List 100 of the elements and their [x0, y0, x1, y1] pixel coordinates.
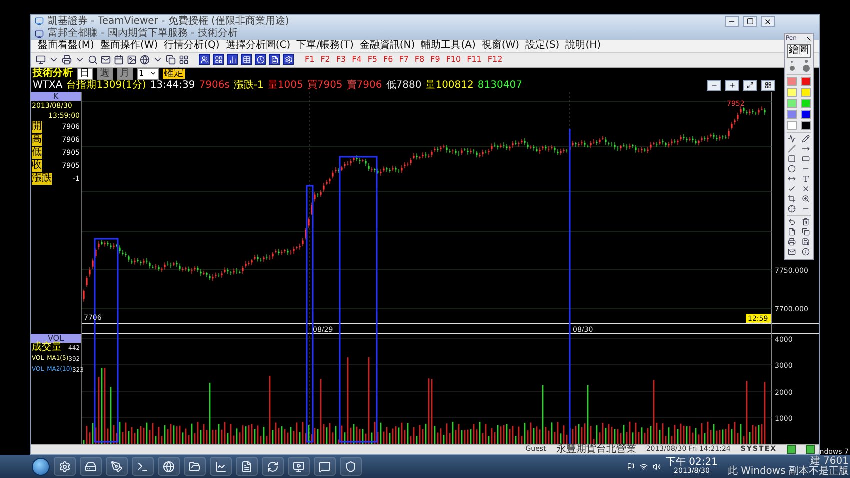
function-key-button[interactable]: F3	[334, 55, 348, 64]
start-button[interactable]	[32, 458, 50, 476]
function-key-button[interactable]: F9	[428, 55, 442, 64]
taskbar-app-button[interactable]	[158, 457, 180, 476]
document-icon[interactable]	[788, 228, 796, 236]
mail-icon[interactable]	[788, 248, 796, 256]
menu-item[interactable]: 金融資訊(N)	[356, 40, 418, 52]
function-key-button[interactable]: F1	[303, 55, 317, 64]
calendar-icon[interactable]	[113, 54, 124, 66]
period-button[interactable]: 日	[77, 68, 93, 80]
close-icon[interactable]	[802, 185, 810, 193]
function-key-button[interactable]: F2	[318, 55, 332, 64]
taskbar-app-button[interactable]	[54, 457, 76, 476]
volume-icon[interactable]	[653, 462, 661, 470]
toolbar-button[interactable]	[213, 54, 224, 66]
taskbar-app-button[interactable]	[236, 457, 258, 476]
save-icon[interactable]	[802, 238, 810, 246]
toolbar-button[interactable]	[241, 54, 252, 66]
toolbar-button[interactable]	[199, 54, 210, 66]
menu-item[interactable]: 設定(S)	[522, 40, 563, 52]
taskbar-app-button[interactable]	[80, 457, 102, 476]
monitor-icon[interactable]	[35, 54, 46, 66]
color-swatch[interactable]	[801, 110, 811, 119]
color-swatch[interactable]	[801, 99, 811, 108]
menu-item[interactable]: 輔助工具(A)	[418, 40, 479, 52]
pencil-icon[interactable]	[802, 135, 810, 143]
globe-icon[interactable]	[139, 54, 150, 66]
function-key-button[interactable]: F7	[397, 55, 411, 64]
taskbar-app-button[interactable]	[340, 457, 362, 476]
toolbar-button[interactable]	[283, 54, 294, 66]
taskbar-app-button[interactable]	[132, 457, 154, 476]
zoom-icon[interactable]	[802, 195, 810, 203]
taskbar-app-button[interactable]	[106, 457, 128, 476]
color-swatch[interactable]	[787, 88, 797, 97]
maximize-button[interactable]	[743, 16, 757, 28]
arrow-icon[interactable]	[802, 145, 810, 153]
close-icon[interactable]	[806, 36, 812, 42]
chart-control-button[interactable]	[761, 80, 775, 92]
color-swatch[interactable]	[787, 99, 797, 108]
color-swatch[interactable]	[787, 110, 797, 119]
mail-icon[interactable]	[100, 54, 111, 66]
wave-line-icon[interactable]	[788, 135, 796, 143]
double-arrow-icon[interactable]	[788, 175, 796, 183]
menu-item[interactable]: 盤面操作(W)	[97, 40, 162, 52]
function-key-button[interactable]: F11	[465, 55, 484, 64]
color-swatch[interactable]	[801, 121, 811, 130]
undo-icon[interactable]	[788, 218, 796, 226]
taskbar-app-button[interactable]	[314, 457, 336, 476]
grid-icon[interactable]	[178, 54, 189, 66]
document-icon	[270, 56, 278, 64]
period-button[interactable]: 月	[117, 68, 133, 80]
text-icon[interactable]	[802, 175, 810, 183]
copy-icon[interactable]	[802, 228, 810, 236]
info-icon[interactable]	[802, 248, 810, 256]
network-icon[interactable]	[640, 462, 648, 470]
line-icon[interactable]	[788, 145, 796, 153]
close-button[interactable]	[761, 16, 775, 28]
menu-item[interactable]: 視窗(W)	[478, 40, 523, 52]
taskbar-app-button[interactable]	[288, 457, 310, 476]
crop-icon[interactable]	[788, 195, 796, 203]
function-key-button[interactable]: F6	[382, 55, 396, 64]
taskbar-app-button[interactable]	[262, 457, 284, 476]
interval-select[interactable]: 1	[137, 68, 160, 80]
color-swatch[interactable]	[801, 77, 811, 86]
check-icon[interactable]	[788, 185, 796, 193]
copy-icon[interactable]	[165, 54, 176, 66]
image-icon[interactable]	[126, 54, 137, 66]
ellipse-icon[interactable]	[788, 165, 796, 173]
taskbar-app-button[interactable]	[184, 457, 206, 476]
chart-control-button[interactable]	[707, 80, 721, 92]
function-key-button[interactable]: F12	[486, 55, 505, 64]
crosshair-icon[interactable]	[788, 205, 796, 213]
color-swatch[interactable]	[801, 88, 811, 97]
toolbar-button[interactable]	[255, 54, 266, 66]
menu-item[interactable]: 說明(H)	[562, 40, 604, 52]
confirm-button[interactable]: 確定	[163, 68, 186, 79]
menu-item[interactable]: 選擇分析圖(C)	[222, 40, 294, 52]
function-key-button[interactable]: F5	[366, 55, 380, 64]
function-key-button[interactable]: F10	[444, 55, 464, 64]
toolbar-button[interactable]	[227, 54, 238, 66]
menu-item[interactable]: 盤面看盤(M)	[35, 40, 98, 52]
flag-icon[interactable]	[627, 462, 635, 470]
search-icon[interactable]	[87, 54, 98, 66]
trash-icon[interactable]	[802, 218, 810, 226]
color-swatch[interactable]	[787, 121, 797, 130]
taskbar-app-button[interactable]	[210, 457, 232, 476]
minimize-button[interactable]	[725, 16, 739, 28]
color-swatch[interactable]	[787, 77, 797, 86]
menu-item[interactable]: 下單/帳務(T)	[294, 40, 357, 52]
draw-mode-button[interactable]: 繪圖	[787, 44, 811, 58]
menu-item[interactable]: 行情分析(Q)	[161, 40, 223, 52]
toolbar-button[interactable]	[269, 54, 280, 66]
rectangle-icon[interactable]	[788, 155, 796, 163]
chart-control-button[interactable]	[743, 80, 757, 92]
function-key-button[interactable]: F4	[350, 55, 364, 64]
chart-control-button[interactable]	[725, 80, 739, 92]
printer-icon[interactable]	[788, 238, 796, 246]
period-button[interactable]: 週	[97, 68, 113, 80]
printer-icon[interactable]	[61, 54, 72, 66]
function-key-button[interactable]: F8	[412, 55, 427, 64]
